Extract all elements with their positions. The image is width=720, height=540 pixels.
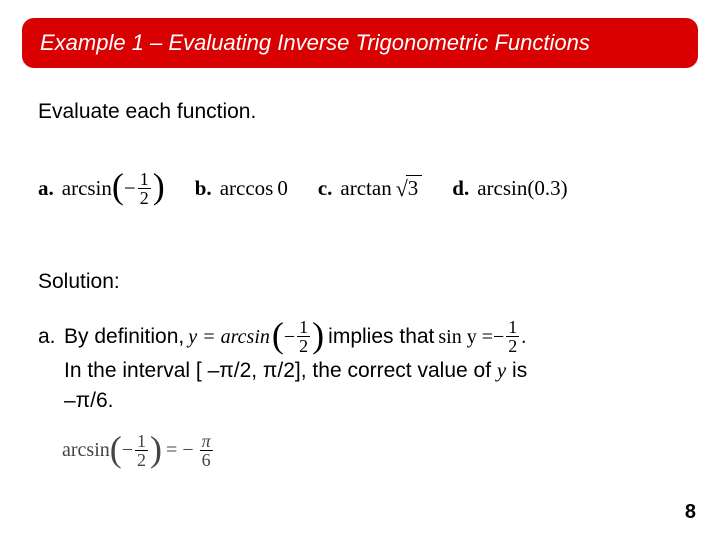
solution-text3a: In the interval [ –π/2, π/2], the correc… bbox=[64, 359, 497, 382]
solution-line2: In the interval [ –π/2, π/2], the correc… bbox=[64, 355, 680, 386]
solution-text2: implies that bbox=[328, 322, 434, 352]
solution-text1: By definition, bbox=[64, 322, 184, 352]
problem-c-arg: 3 bbox=[406, 175, 423, 201]
problem-b-label: b. bbox=[195, 176, 212, 201]
problem-c: c. arctan √3 bbox=[318, 175, 422, 201]
equation1: y = arcsin ( − 1 2 ) bbox=[188, 318, 324, 355]
problem-a-label: a. bbox=[38, 176, 54, 201]
fraction: 1 2 bbox=[135, 432, 148, 469]
denominator: 2 bbox=[297, 336, 310, 355]
denominator: 6 bbox=[200, 450, 213, 469]
problem-a: a. arcsin ( − 1 2 ) bbox=[38, 170, 165, 207]
problem-c-func: arctan bbox=[340, 176, 391, 201]
denominator: 2 bbox=[138, 188, 151, 207]
equation2: sin y = − 1 2 . bbox=[438, 318, 526, 355]
fraction: 1 2 bbox=[506, 318, 519, 355]
solution-text3b: is bbox=[506, 359, 527, 382]
paren-open: ( bbox=[112, 168, 124, 204]
minus-sign: − bbox=[124, 176, 136, 201]
title-bar: Example 1 – Evaluating Inverse Trigonome… bbox=[22, 18, 698, 68]
paren-close: ) bbox=[153, 168, 165, 204]
period: . bbox=[521, 322, 526, 352]
denominator: 2 bbox=[135, 450, 148, 469]
minus-sign: − bbox=[284, 322, 295, 352]
minus-sign: − bbox=[122, 439, 133, 462]
radical-sign: √3 bbox=[396, 175, 423, 201]
solution-line3: –π/6. bbox=[64, 386, 680, 416]
paren-close: ) bbox=[150, 431, 162, 467]
instruction-text: Evaluate each function. bbox=[38, 100, 256, 124]
equals: = − bbox=[166, 439, 194, 462]
numerator: 1 bbox=[506, 318, 519, 336]
problem-list: a. arcsin ( − 1 2 ) b. arccos 0 c. arcta… bbox=[38, 158, 690, 218]
solution-line1: a. By definition, y = arcsin ( − 1 2 ) i… bbox=[38, 318, 680, 355]
fraction-result: π 6 bbox=[200, 432, 213, 469]
paren-open: ( bbox=[110, 431, 122, 467]
solution-body: a. By definition, y = arcsin ( − 1 2 ) i… bbox=[38, 318, 680, 416]
problem-d-func: arcsin bbox=[477, 176, 527, 201]
numerator: 1 bbox=[135, 432, 148, 450]
title-text: Example 1 – Evaluating Inverse Trigonome… bbox=[40, 30, 590, 56]
problem-d-label: d. bbox=[452, 176, 469, 201]
denominator: 2 bbox=[506, 336, 519, 355]
page-number: 8 bbox=[685, 501, 696, 524]
variable-y: y bbox=[497, 358, 506, 382]
numerator-pi: π bbox=[200, 432, 213, 450]
problem-b-func: arccos bbox=[220, 176, 274, 201]
problem-c-label: c. bbox=[318, 176, 333, 201]
problem-b-arg: 0 bbox=[277, 176, 288, 201]
eq1-lhs: y = arcsin bbox=[188, 322, 270, 352]
paren-open: ( bbox=[272, 317, 284, 353]
problem-d-arg: (0.3) bbox=[527, 176, 567, 201]
problem-b: b. arccos 0 bbox=[195, 176, 288, 201]
minus-sign: − bbox=[493, 322, 504, 352]
paren-close: ) bbox=[312, 317, 324, 353]
problem-d: d. arcsin (0.3) bbox=[452, 176, 567, 201]
problem-a-func: arcsin bbox=[62, 176, 112, 201]
eq2-lhs: sin y = bbox=[438, 322, 493, 352]
fraction: 1 2 bbox=[297, 318, 310, 355]
fraction: 1 2 bbox=[138, 170, 151, 207]
solution-heading: Solution: bbox=[38, 270, 120, 294]
numerator: 1 bbox=[138, 170, 151, 188]
final-equation: arcsin ( − 1 2 ) = − π 6 bbox=[62, 432, 215, 469]
solution-a-label: a. bbox=[38, 322, 64, 352]
numerator: 1 bbox=[297, 318, 310, 336]
final-func: arcsin bbox=[62, 439, 110, 462]
